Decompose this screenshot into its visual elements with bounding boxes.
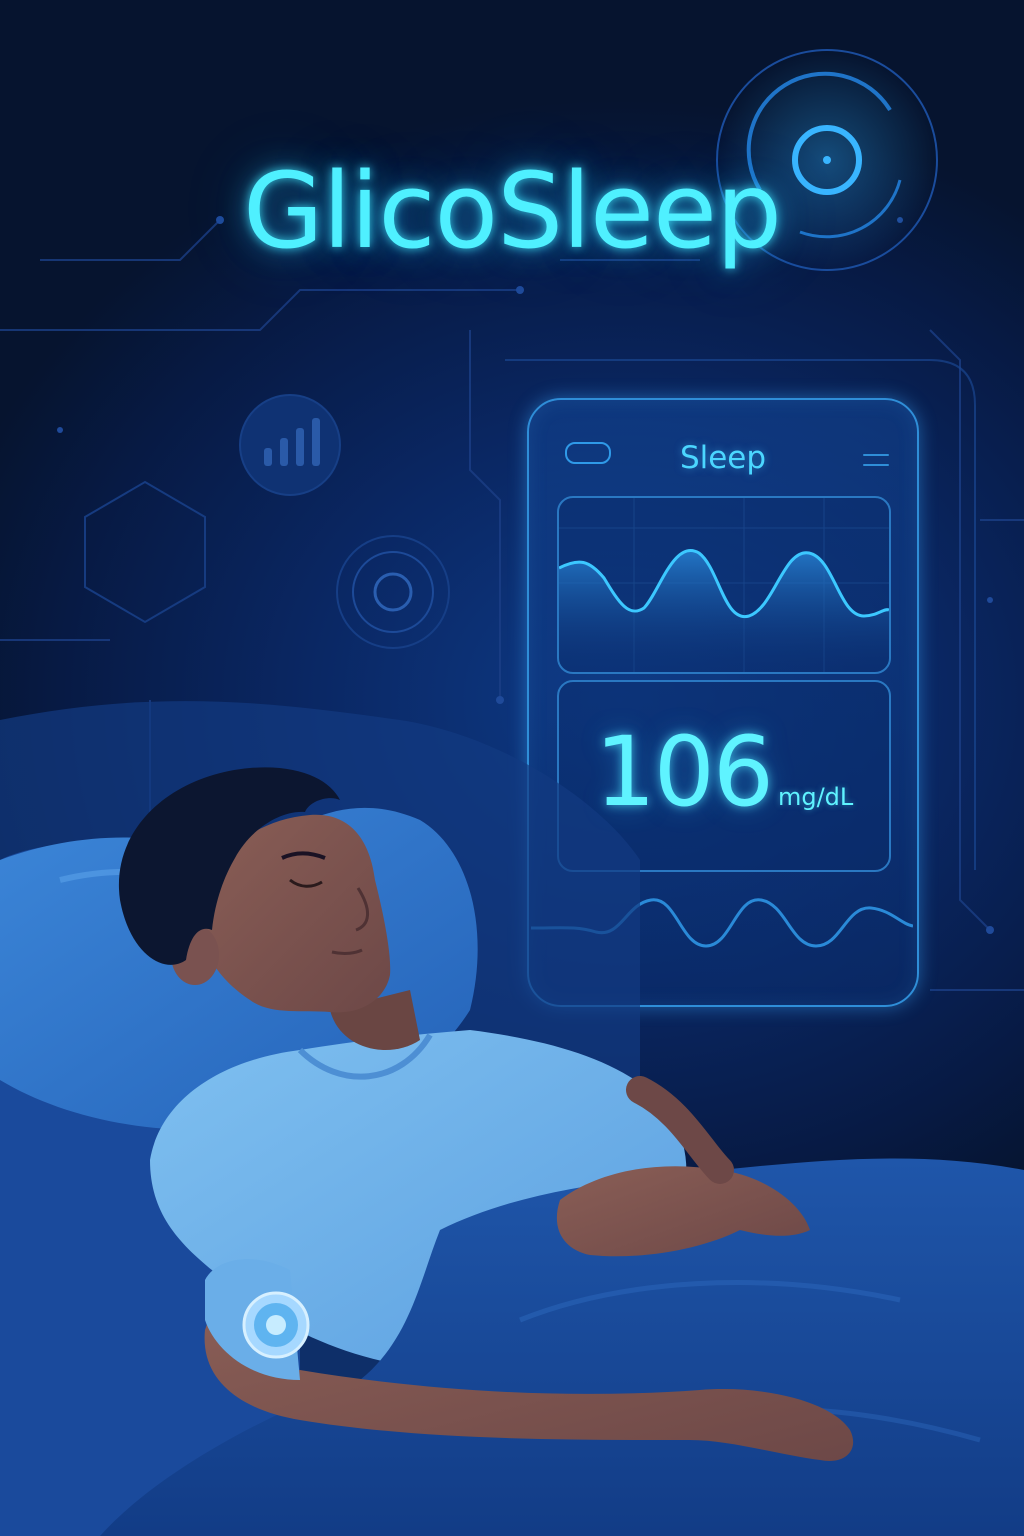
cgm-sensor-icon — [242, 1291, 310, 1359]
poster-canvas: GlicoSleep Sleep 106 mg/dL — [0, 0, 1024, 1536]
sleeping-person-illustration — [0, 701, 1024, 1536]
